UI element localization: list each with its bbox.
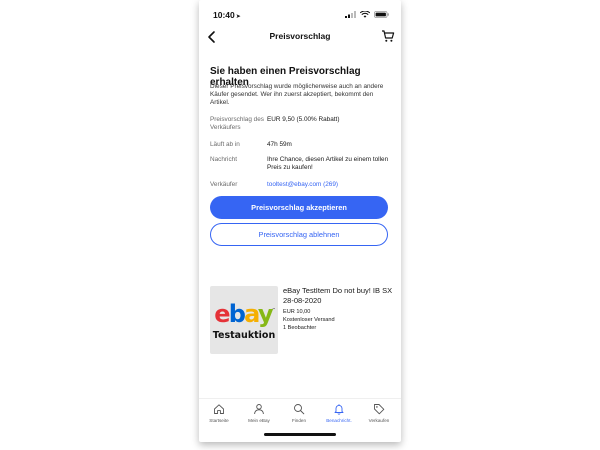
bell-icon	[334, 404, 344, 415]
item-shipping: Kostenloser Versand	[283, 317, 335, 323]
search-icon	[294, 404, 305, 415]
nav-bar: Preisvorschlag	[199, 26, 401, 48]
tab-home-label: Startseite	[209, 418, 229, 423]
expires-value: 47h 59m	[267, 141, 292, 148]
cart-icon[interactable]	[381, 29, 395, 43]
ebay-logo: ebay ™	[214, 300, 276, 328]
thumbnail-caption: Testauktion	[212, 330, 276, 341]
tab-notifications-label: Benachricht.	[326, 418, 352, 423]
expires-label: Läuft ab in	[210, 141, 240, 148]
tag-icon	[374, 404, 385, 415]
seller-label: Verkäufer	[210, 181, 238, 188]
phone-screen: 10:40➤ Preisvorschlag Sie haben einen Pr…	[199, 0, 401, 442]
seller-offer-label: Preisvorschlag des Verkäufers	[210, 116, 264, 132]
wifi-icon	[360, 11, 370, 18]
decline-offer-button[interactable]: Preisvorschlag ablehnen	[210, 223, 388, 246]
status-icons	[345, 11, 389, 18]
tab-sell-label: Verkaufen	[368, 418, 390, 423]
tab-search-label: Finden	[291, 418, 307, 423]
message-value: Ihre Chance, diesen Artikel zu einem tol…	[267, 156, 389, 172]
accept-offer-button[interactable]: Preisvorschlag akzeptieren	[210, 196, 388, 219]
tab-notifications[interactable]: Benachricht.	[319, 403, 359, 427]
page-title: Preisvorschlag	[269, 31, 331, 41]
tab-home[interactable]: Startseite	[199, 403, 239, 427]
tab-bar: Startseite Mein eBay Finden Benachricht.	[199, 398, 401, 428]
offer-description: Dieser Preisvorschlag wurde möglicherwei…	[210, 83, 384, 107]
item-card[interactable]: ebay ™ Testauktion eBay TestItem Do not …	[210, 284, 396, 356]
signal-icon	[345, 11, 356, 18]
svg-text:ebay: ebay	[214, 300, 274, 328]
item-title[interactable]: eBay TestItem Do not buy! IB SX 28-08-20…	[283, 286, 398, 305]
status-time: 10:40➤	[213, 10, 241, 20]
tab-my-ebay[interactable]: Mein eBay	[239, 403, 279, 427]
tab-search[interactable]: Finden	[279, 403, 319, 427]
status-bar: 10:40➤	[199, 0, 401, 22]
location-arrow-icon: ➤	[235, 14, 241, 20]
home-indicator	[264, 433, 336, 436]
trademark-mark: ™	[272, 307, 276, 312]
home-icon	[214, 404, 224, 414]
seller-offer-value: EUR 9,50 (5.00% Rabatt)	[267, 116, 340, 123]
message-label: Nachricht	[210, 156, 237, 163]
seller-link[interactable]: tooltest@ebay.com (269)	[267, 181, 395, 189]
battery-icon	[374, 11, 389, 18]
item-price: EUR 10,00	[283, 309, 311, 315]
tab-sell[interactable]: Verkaufen	[359, 403, 399, 427]
item-thumbnail[interactable]: ebay ™ Testauktion	[210, 286, 278, 354]
status-time-text: 10:40	[213, 10, 235, 20]
person-icon	[254, 404, 264, 415]
tab-my-ebay-label: Mein eBay	[248, 418, 270, 423]
item-watchers: 1 Beobachter	[283, 325, 317, 331]
